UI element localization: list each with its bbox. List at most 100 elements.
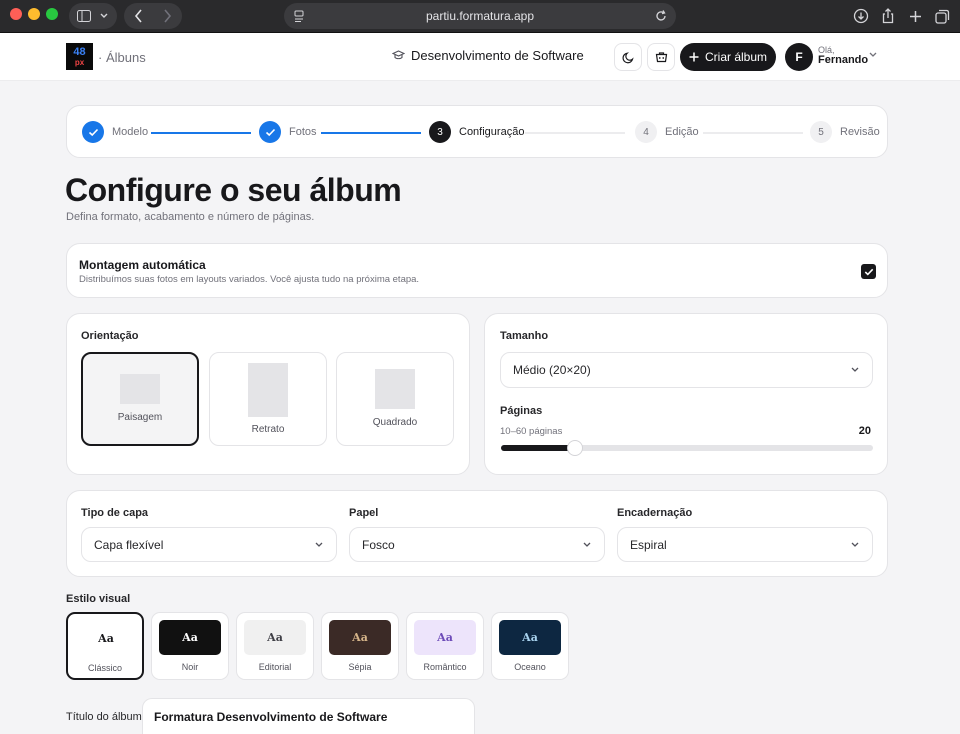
style-option-label: Romântico: [423, 662, 467, 672]
theme-toggle-button[interactable]: [614, 43, 642, 71]
auto-layout-title: Montagem automática: [79, 258, 206, 272]
page-title: Configure o seu álbum: [65, 172, 402, 208]
progress-stepper: Modelo Fotos 3 Configuração 4 Edição 5 R…: [66, 105, 888, 158]
binding-value: Espiral: [630, 537, 667, 552]
avatar[interactable]: F: [785, 43, 813, 71]
auto-layout-card[interactable]: Montagem automática Distribuímos suas fo…: [66, 243, 888, 298]
style-swatch: Aa: [329, 620, 391, 655]
orientation-card: Orientação Paisagem Retrato Quadrado: [66, 313, 470, 475]
step-connector: [321, 132, 421, 134]
style-option-oceano[interactable]: Aa Oceano: [491, 612, 569, 680]
graduation-cap-icon: [392, 50, 405, 60]
orientation-option-landscape[interactable]: Paisagem: [81, 352, 199, 446]
step-connector: [703, 132, 803, 134]
auto-layout-checkbox[interactable]: [861, 264, 876, 279]
orientation-option-label: Paisagem: [117, 412, 163, 423]
create-album-label: Criar álbum: [704, 50, 767, 64]
style-option-editorial[interactable]: Aa Editorial: [236, 612, 314, 680]
style-swatch: Aa: [414, 620, 476, 655]
reload-icon[interactable]: [654, 9, 668, 23]
step-configuracao[interactable]: 3 Configuração: [429, 121, 524, 143]
forward-button[interactable]: [153, 9, 182, 23]
style-option-label: Editorial: [258, 662, 292, 672]
paper-select[interactable]: Fosco: [349, 527, 605, 562]
plus-icon: [909, 10, 921, 22]
finish-card: Tipo de capa Capa flexível Papel Fosco E…: [66, 490, 888, 577]
sidebar-toggle-button[interactable]: [69, 3, 117, 29]
pages-value: 20: [858, 425, 871, 437]
orientation-option-label: Quadrado: [372, 417, 418, 428]
chevron-down-icon: [315, 542, 323, 547]
moon-icon: [621, 51, 634, 63]
check-icon: [864, 268, 873, 276]
style-swatch: Aa: [159, 620, 221, 655]
step-connector: [525, 132, 625, 134]
back-button[interactable]: [124, 9, 153, 23]
cover-value: Capa flexível: [94, 537, 164, 552]
binding-select[interactable]: Espiral: [617, 527, 873, 562]
cover-label: Tipo de capa: [81, 507, 149, 519]
step-label: Edição: [665, 126, 699, 138]
style-option-classico[interactable]: Aa Clássico: [66, 612, 144, 680]
cart-button[interactable]: [647, 43, 675, 71]
breadcrumb-albums[interactable]: · Álbuns: [98, 50, 146, 65]
share-button[interactable]: [877, 5, 899, 27]
portrait-icon: [248, 363, 288, 417]
plus-icon: [689, 52, 699, 62]
close-window-button[interactable]: [10, 8, 22, 20]
binding-label: Encadernação: [617, 507, 693, 519]
pages-slider[interactable]: [501, 440, 873, 456]
check-icon: [259, 121, 281, 143]
basket-icon: [655, 52, 667, 63]
pages-label: Páginas: [500, 405, 543, 417]
step-label: Modelo: [112, 126, 149, 138]
user-name: Fernando: [818, 54, 869, 67]
step-edicao[interactable]: 4 Edição: [635, 121, 699, 143]
chevron-down-icon: [851, 367, 859, 372]
auto-layout-description: Distribuímos suas fotos em layouts varia…: [79, 274, 420, 285]
style-option-romantico[interactable]: Aa Romântico: [406, 612, 484, 680]
size-value: Médio (20×20): [513, 363, 591, 377]
create-album-button[interactable]: Criar álbum: [680, 43, 776, 71]
sidebar-icon: [77, 10, 91, 22]
maximize-window-button[interactable]: [46, 8, 58, 20]
step-revisao[interactable]: 5 Revisão: [810, 121, 880, 143]
album-title-input[interactable]: Formatura Desenvolvimento de Software: [142, 698, 475, 734]
cover-select[interactable]: Capa flexível: [81, 527, 337, 562]
style-option-label: Noir: [181, 662, 199, 672]
url-text: partiu.formatura.app: [425, 9, 535, 23]
step-label: Fotos: [289, 126, 317, 138]
address-bar[interactable]: partiu.formatura.app: [284, 3, 676, 29]
share-icon: [882, 8, 894, 24]
tab-overview-button[interactable]: [931, 5, 953, 27]
pages-hint: 10–60 páginas: [500, 426, 563, 437]
style-swatch: Aa: [244, 620, 306, 655]
chevron-down-icon: [583, 542, 591, 547]
chevron-down-icon: [851, 542, 859, 547]
paper-value: Fosco: [362, 537, 395, 552]
chevron-down-icon[interactable]: [868, 51, 878, 58]
style-option-label: Sépia: [348, 662, 372, 672]
new-tab-button[interactable]: [904, 5, 926, 27]
minimize-window-button[interactable]: [28, 8, 40, 20]
step-number: 4: [635, 121, 657, 143]
browser-toolbar: partiu.formatura.app: [0, 0, 960, 33]
download-icon: [853, 8, 869, 24]
course-selector[interactable]: Desenvolvimento de Software: [392, 48, 584, 63]
step-modelo[interactable]: Modelo: [82, 121, 148, 143]
logo-unit: px: [74, 57, 85, 67]
app-logo[interactable]: 48 px: [66, 43, 93, 70]
step-label: Revisão: [840, 126, 880, 138]
size-select[interactable]: Médio (20×20): [500, 352, 873, 388]
style-option-noir[interactable]: Aa Noir: [151, 612, 229, 680]
step-fotos[interactable]: Fotos: [259, 121, 317, 143]
user-menu[interactable]: Olá, Fernando: [818, 45, 869, 67]
orientation-option-square[interactable]: Quadrado: [336, 352, 454, 446]
style-option-sepia[interactable]: Aa Sépia: [321, 612, 399, 680]
downloads-button[interactable]: [850, 5, 872, 27]
step-label: Configuração: [459, 126, 525, 138]
pages-slider-thumb[interactable]: [567, 440, 584, 456]
orientation-option-label: Retrato: [251, 424, 285, 435]
orientation-option-portrait[interactable]: Retrato: [209, 352, 327, 446]
page-settings-icon: [294, 10, 304, 22]
